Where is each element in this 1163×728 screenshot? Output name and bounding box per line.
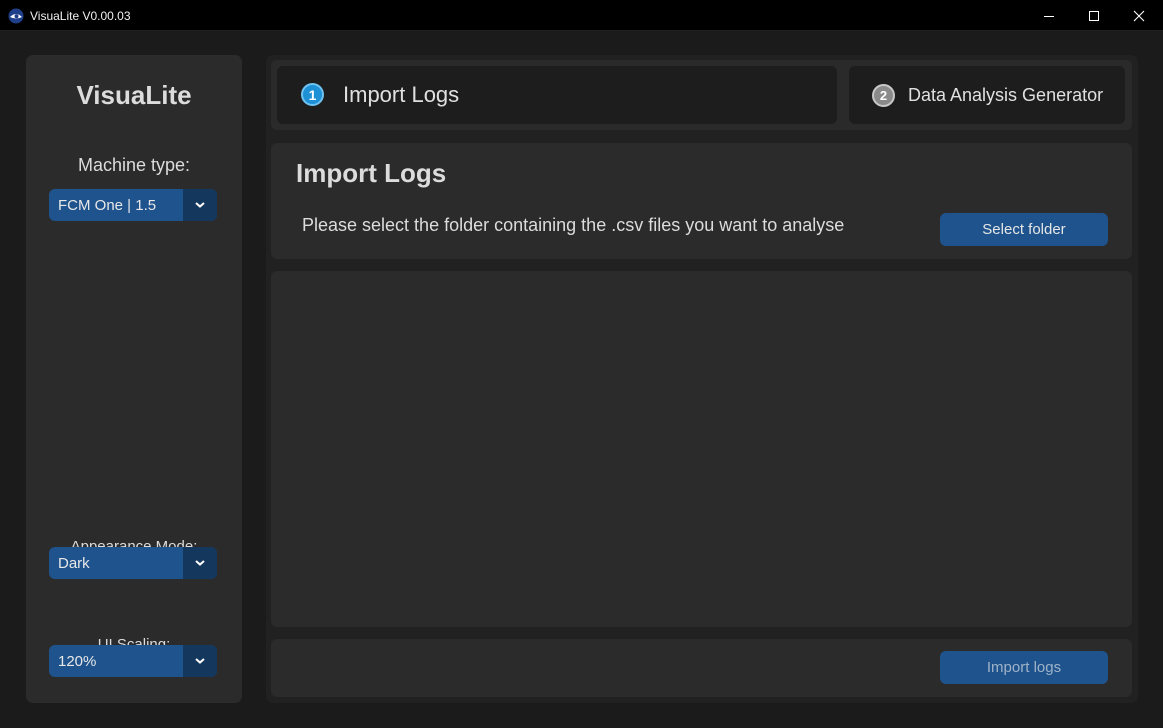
tab-data-analysis-generator[interactable]: 2 Data Analysis Generator — [849, 66, 1125, 124]
ui-scaling-dropdown[interactable]: 120% — [49, 645, 217, 677]
maximize-button[interactable] — [1071, 0, 1117, 31]
step-tab-bar: 1 Import Logs 2 Data Analysis Generator — [271, 60, 1132, 130]
close-button[interactable] — [1116, 0, 1162, 31]
tab-label: Data Analysis Generator — [908, 85, 1104, 105]
select-folder-button[interactable]: Select folder — [940, 213, 1108, 246]
app-eye-icon — [8, 8, 24, 24]
machine-type-dropdown[interactable]: FCM One | 1.5 — [49, 189, 217, 221]
close-icon — [1133, 10, 1145, 21]
window-body: VisuaLite Machine type: FCM One | 1.5 Ap… — [1, 31, 1162, 727]
instruction-text: Please select the folder containing the … — [302, 215, 845, 235]
footer-panel: Import logs — [271, 639, 1132, 697]
dropdown-arrow[interactable] — [183, 645, 217, 677]
maximize-icon — [1089, 10, 1099, 21]
appearance-mode-dropdown[interactable]: Dark — [49, 547, 217, 579]
dropdown-arrow[interactable] — [183, 547, 217, 579]
sidebar: VisuaLite Machine type: FCM One | 1.5 Ap… — [26, 55, 242, 703]
title-bar: VisuaLite V0.00.03 — [0, 0, 1163, 31]
step-1-badge: 1 — [301, 83, 324, 106]
log-display-area — [271, 271, 1132, 627]
ui-scaling-value: 120% — [58, 653, 97, 670]
minimize-button[interactable] — [1026, 0, 1072, 31]
import-panel: Import Logs Please select the folder con… — [271, 143, 1132, 259]
appearance-mode-value: Dark — [58, 555, 90, 572]
machine-type-label: Machine type: — [77, 155, 191, 175]
chevron-down-icon — [195, 202, 205, 208]
window-title: VisuaLite V0.00.03 — [30, 9, 131, 23]
import-logs-button[interactable]: Import logs — [940, 651, 1108, 684]
chevron-down-icon — [195, 560, 205, 566]
machine-type-value: FCM One | 1.5 — [58, 197, 157, 214]
tab-import-logs[interactable]: 1 Import Logs — [277, 66, 837, 124]
step-2-badge: 2 — [872, 84, 895, 107]
panel-title: Import Logs — [296, 158, 447, 188]
main-content: 1 Import Logs 2 Data Analysis Generator … — [266, 55, 1138, 703]
tab-label: Import Logs — [343, 82, 460, 107]
app-logo: VisuaLite — [76, 80, 192, 110]
dropdown-arrow[interactable] — [183, 189, 217, 221]
chevron-down-icon — [195, 658, 205, 664]
minimize-icon — [1044, 15, 1054, 17]
